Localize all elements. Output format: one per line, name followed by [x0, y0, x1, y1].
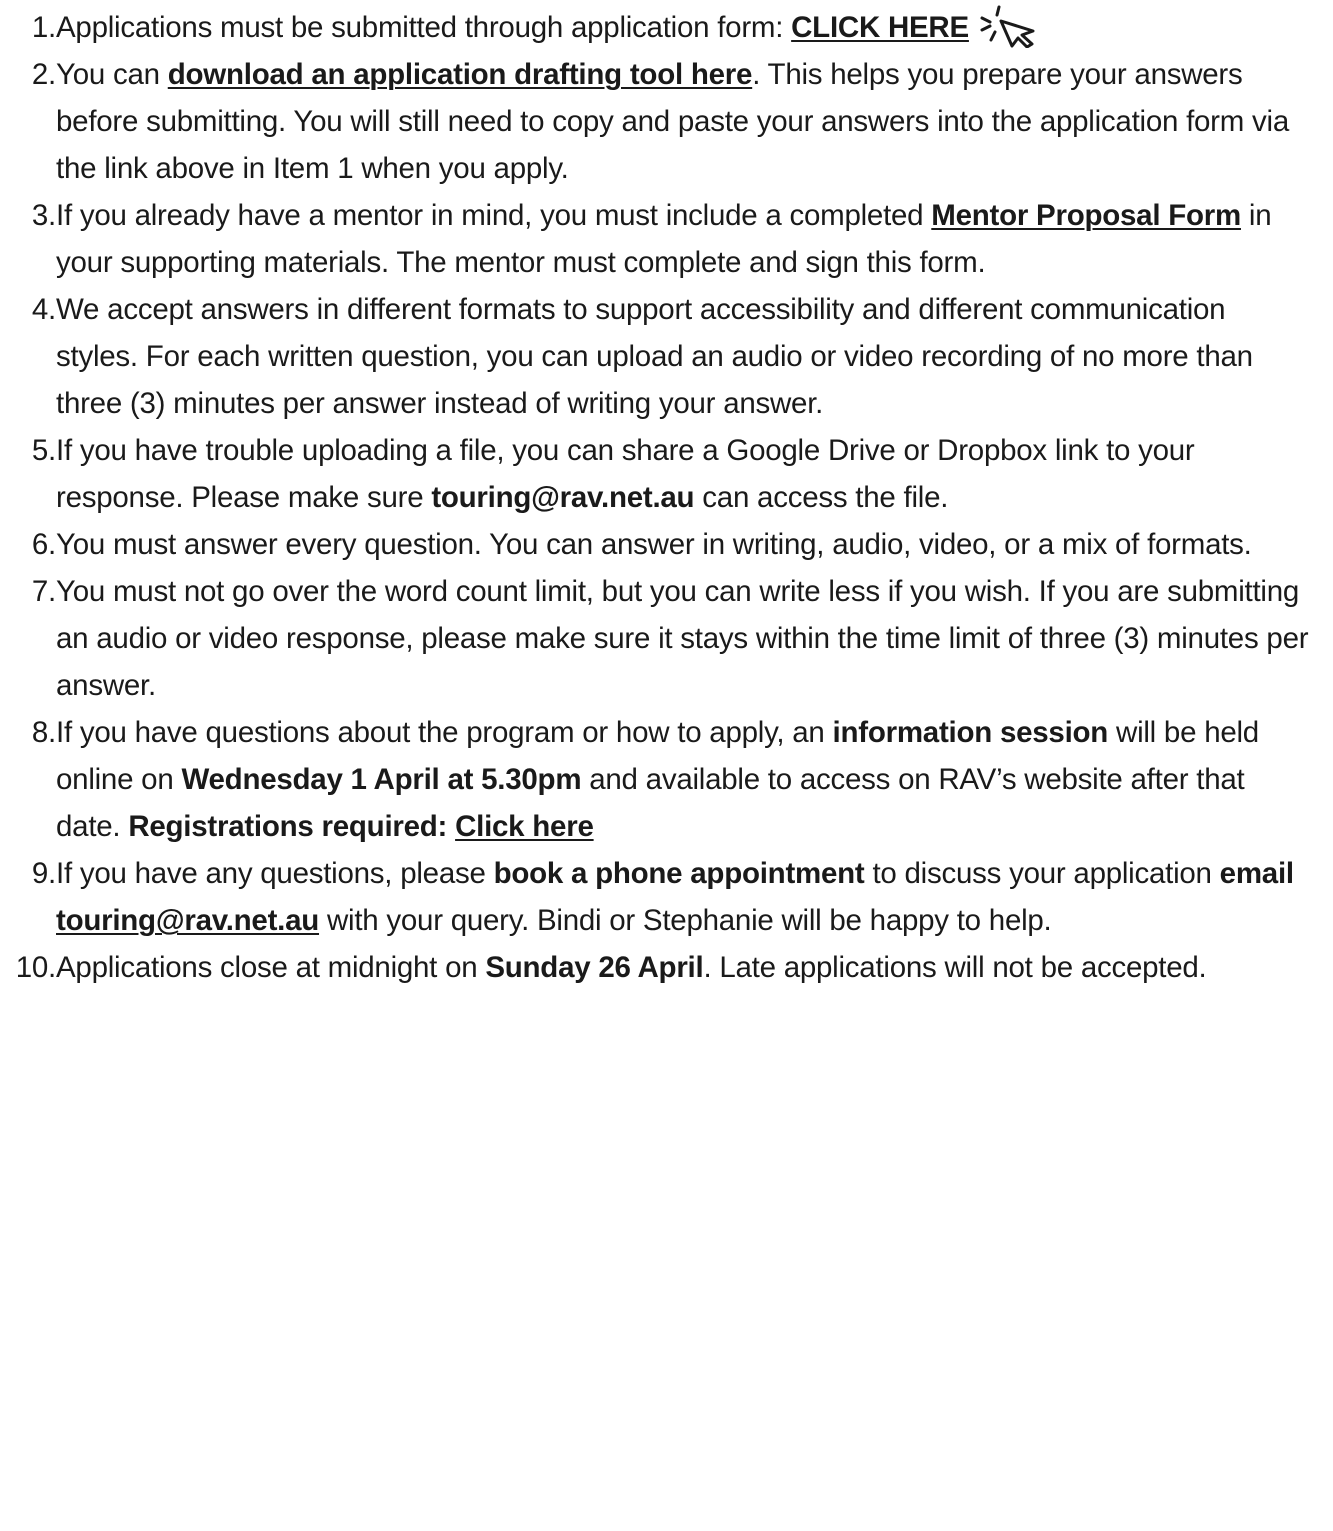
item-text: If you have any questions, please	[56, 857, 494, 891]
list-item-1: 1. Applications must be submitted throug…	[0, 4, 1333, 51]
item-number: 9.	[31, 857, 56, 891]
list-item-4: 4. We accept answers in different format…	[0, 286, 1333, 427]
drafting-tool-link[interactable]: download an application drafting tool he…	[168, 58, 753, 91]
item-text: We accept answers in different formats t…	[56, 293, 1253, 421]
item-text: If you have questions about the program …	[56, 716, 833, 750]
item-text: with your query. Bindi or Stephanie will…	[319, 904, 1052, 938]
item-number: 4.	[31, 293, 56, 327]
item-text: Applications close at midnight on	[56, 951, 486, 985]
list-item-9: 9. If you have any questions, please boo…	[0, 850, 1333, 944]
item-number: 7.	[31, 575, 56, 609]
list-item-7: 7. You must not go over the word count l…	[0, 568, 1333, 709]
instructions-list: 1. Applications must be submitted throug…	[0, 4, 1333, 991]
registration-link[interactable]: Click here	[455, 810, 594, 843]
application-form-link[interactable]: CLICK HERE	[791, 11, 969, 44]
item-number: 3.	[31, 199, 56, 233]
closing-date: Sunday 26 April	[485, 951, 704, 985]
item-number: 10.	[15, 951, 57, 985]
list-item-2: 2. You can download an application draft…	[0, 51, 1333, 192]
item-number: 5.	[31, 434, 56, 468]
list-item-6: 6. You must answer every question. You c…	[0, 521, 1333, 568]
cursor-click-icon	[980, 5, 1035, 49]
item-text: You must answer every question. You can …	[56, 528, 1252, 562]
item-number: 1.	[31, 11, 56, 44]
item-text: . Late applications will not be accepted…	[703, 951, 1207, 985]
item-text: You can	[56, 58, 168, 92]
phone-appointment-label: book a phone appointment	[493, 857, 865, 891]
email-address: touring@rav.net.au	[431, 481, 695, 515]
item-text: If you already have a mentor in mind, yo…	[56, 199, 932, 233]
item-number: 8.	[31, 716, 56, 750]
list-item-5: 5. If you have trouble uploading a file,…	[0, 427, 1333, 521]
item-text: can access the file.	[694, 481, 949, 515]
item-number: 6.	[31, 528, 56, 562]
email-link[interactable]: touring@rav.net.au	[56, 904, 319, 937]
item-text: to discuss your application	[864, 857, 1220, 891]
registrations-label: Registrations required:	[128, 810, 456, 844]
item-text: You must not go over the word count limi…	[56, 575, 1309, 703]
session-date: Wednesday 1 April at 5.30pm	[181, 763, 582, 797]
mentor-proposal-form-link[interactable]: Mentor Proposal Form	[931, 199, 1241, 232]
list-item-8: 8. If you have questions about the progr…	[0, 709, 1333, 850]
item-number: 2.	[31, 58, 56, 92]
item-text: Applications must be submitted through a…	[56, 11, 792, 44]
list-item-10: 10. Applications close at midnight on Su…	[0, 944, 1333, 991]
list-item-3: 3. If you already have a mentor in mind,…	[0, 192, 1333, 286]
info-session-label: information session	[832, 716, 1109, 750]
email-label: email	[1219, 857, 1294, 891]
